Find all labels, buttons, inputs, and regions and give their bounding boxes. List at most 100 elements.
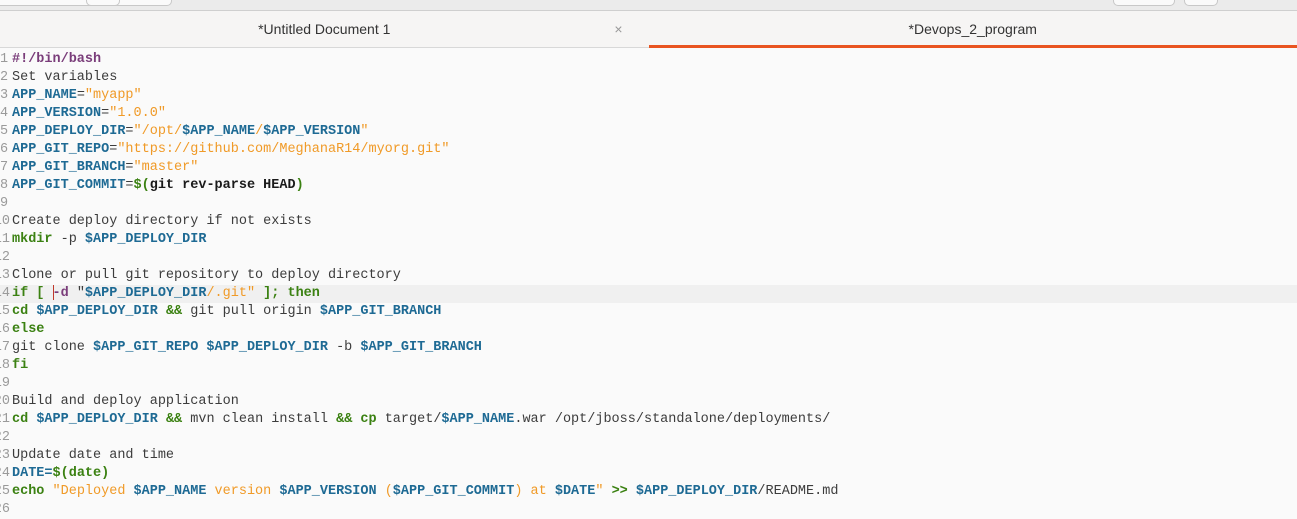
code-text — [10, 375, 12, 393]
code-token: = — [77, 88, 85, 103]
close-icon[interactable]: × — [614, 21, 622, 37]
code-editor[interactable]: 1#!/bin/bash2Set variables3APP_NAME="mya… — [0, 48, 1297, 519]
line-number: 19 — [0, 375, 10, 393]
code-token: else — [12, 322, 44, 337]
code-line[interactable]: 13Clone or pull git repository to deploy… — [0, 267, 1297, 285]
code-token: "1.0.0" — [109, 106, 166, 121]
tab-devops-program[interactable]: *Devops_2_program — [649, 11, 1297, 47]
code-text: APP_GIT_BRANCH="master" — [10, 159, 198, 177]
code-token: #!/bin/bash — [12, 52, 101, 67]
code-token: "/opt/ — [134, 124, 183, 139]
code-line[interactable]: 6APP_GIT_REPO="https://github.com/Meghan… — [0, 141, 1297, 159]
code-token: $APP_DEPLOY_DIR — [85, 232, 207, 247]
code-line[interactable]: 7APP_GIT_BRANCH="master" — [0, 159, 1297, 177]
code-token: $APP_GIT_BRANCH — [360, 340, 482, 355]
code-line[interactable]: 14if [ -d "$APP_DEPLOY_DIR/.git" ]; then — [0, 285, 1297, 303]
code-token: Build and deploy application — [12, 394, 239, 409]
code-token: "myapp" — [85, 88, 142, 103]
header-button[interactable] — [1113, 0, 1175, 6]
code-line[interactable]: 10Create deploy directory if not exists — [0, 213, 1297, 231]
code-token: && — [158, 304, 182, 319]
header-button[interactable] — [1184, 0, 1218, 6]
code-line[interactable]: 21cd $APP_DEPLOY_DIR && mvn clean instal… — [0, 411, 1297, 429]
code-token: APP_GIT_BRANCH — [12, 160, 125, 175]
code-token: git rev-parse HEAD — [150, 178, 296, 193]
code-line[interactable]: 17git clone $APP_GIT_REPO $APP_DEPLOY_DI… — [0, 339, 1297, 357]
code-line[interactable]: 8APP_GIT_COMMIT=$(git rev-parse HEAD) — [0, 177, 1297, 195]
code-line[interactable]: 18fi — [0, 357, 1297, 375]
code-text: echo "Deployed $APP_NAME version $APP_VE… — [10, 483, 838, 501]
code-line[interactable]: 12 — [0, 249, 1297, 267]
code-line[interactable]: 25echo "Deployed $APP_NAME version $APP_… — [0, 483, 1297, 501]
code-token: $DATE — [555, 484, 596, 499]
line-number: 3 — [0, 87, 10, 105]
code-token: && — [158, 412, 182, 427]
code-token: = — [125, 178, 133, 193]
code-text: Update date and time — [10, 447, 174, 465]
code-token: Clone or pull git repository to deploy d… — [12, 268, 401, 283]
code-token: $APP_VERSION — [279, 484, 376, 499]
code-line[interactable]: 11mkdir -p $APP_DEPLOY_DIR — [0, 231, 1297, 249]
code-line[interactable]: 1#!/bin/bash — [0, 51, 1297, 69]
code-token: " — [360, 124, 368, 139]
line-number: 18 — [0, 357, 10, 375]
code-token — [44, 484, 52, 499]
line-number: 12 — [0, 249, 10, 267]
code-text: git clone $APP_GIT_REPO $APP_DEPLOY_DIR … — [10, 339, 482, 357]
code-text: #!/bin/bash — [10, 51, 101, 69]
code-text — [10, 249, 12, 267]
tab-label: *Devops_2_program — [909, 21, 1037, 37]
code-token: target/ — [377, 412, 442, 427]
code-text: Create deploy directory if not exists — [10, 213, 312, 231]
header-button[interactable] — [86, 0, 120, 6]
code-line[interactable]: 23Update date and time — [0, 447, 1297, 465]
code-token: $APP_DEPLOY_DIR — [36, 304, 158, 319]
code-text: Build and deploy application — [10, 393, 239, 411]
code-token: git pull origin — [182, 304, 320, 319]
code-token: $APP_NAME — [182, 124, 255, 139]
code-token: $APP_DEPLOY_DIR — [36, 412, 158, 427]
code-token: $APP_DEPLOY_DIR — [85, 286, 207, 301]
code-line[interactable]: 9 — [0, 195, 1297, 213]
code-line[interactable]: 20Build and deploy application — [0, 393, 1297, 411]
code-token: $( — [134, 178, 150, 193]
code-token: git clone — [12, 340, 93, 355]
code-token: mvn clean install — [182, 412, 336, 427]
code-token: = — [125, 160, 133, 175]
code-line[interactable]: 3APP_NAME="myapp" — [0, 87, 1297, 105]
code-token: ( — [377, 484, 393, 499]
code-token: /README.md — [757, 484, 838, 499]
code-text: APP_GIT_REPO="https://github.com/Meghana… — [10, 141, 449, 159]
tab-untitled-document[interactable]: *Untitled Document 1 × — [0, 11, 649, 47]
line-number: 2 — [0, 69, 10, 87]
code-token: Update date and time — [12, 448, 174, 463]
code-token: cd — [12, 412, 36, 427]
code-line[interactable]: 24DATE=$(date) — [0, 465, 1297, 483]
tab-label: *Untitled Document 1 — [258, 21, 390, 37]
line-number: 13 — [0, 267, 10, 285]
code-token: " — [69, 286, 85, 301]
code-text: fi — [10, 357, 28, 375]
line-number: 11 — [0, 231, 10, 249]
code-line[interactable]: 19 — [0, 375, 1297, 393]
line-number: 24 — [0, 465, 10, 483]
code-line[interactable]: 26 — [0, 501, 1297, 519]
code-token: -p — [53, 232, 85, 247]
code-token: >> — [603, 484, 627, 499]
code-token: -b — [328, 340, 360, 355]
code-text: if [ -d "$APP_DEPLOY_DIR/.git" ]; then — [10, 285, 320, 303]
code-line[interactable]: 22 — [0, 429, 1297, 447]
code-token: "master" — [134, 160, 199, 175]
code-line[interactable]: 15cd $APP_DEPLOY_DIR && git pull origin … — [0, 303, 1297, 321]
code-line[interactable]: 2Set variables — [0, 69, 1297, 87]
code-token: && cp — [336, 412, 377, 427]
code-line[interactable]: 4APP_VERSION="1.0.0" — [0, 105, 1297, 123]
line-number: 1 — [0, 51, 10, 69]
code-token: version — [206, 484, 279, 499]
code-text: else — [10, 321, 44, 339]
code-token: $APP_GIT_BRANCH — [320, 304, 442, 319]
code-line[interactable]: 16else — [0, 321, 1297, 339]
header-bar — [0, 0, 1297, 11]
code-line[interactable]: 5APP_DEPLOY_DIR="/opt/$APP_NAME/$APP_VER… — [0, 123, 1297, 141]
code-text: mkdir -p $APP_DEPLOY_DIR — [10, 231, 206, 249]
